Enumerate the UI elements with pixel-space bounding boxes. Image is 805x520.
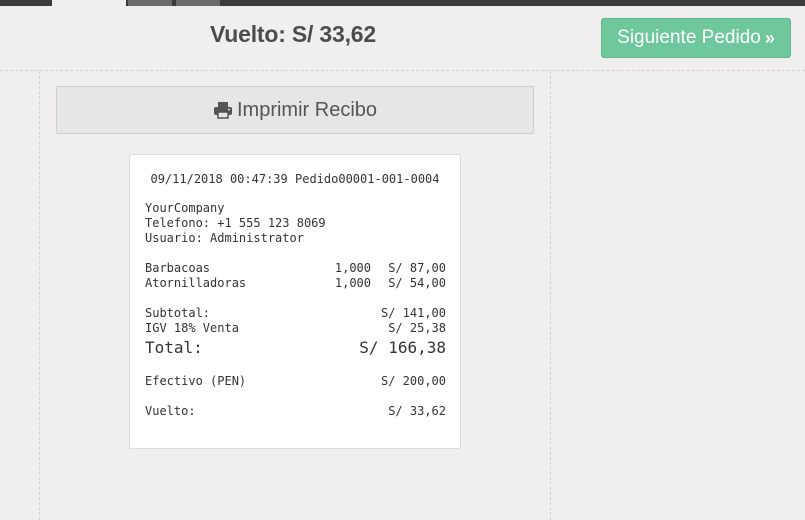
item-name: Atornilladoras <box>145 276 247 290</box>
item-price: S/ 87,00 <box>388 261 446 275</box>
next-order-label: Siguiente Pedido <box>617 27 761 48</box>
change-value: S/ 33,62 <box>388 404 446 418</box>
subtotal-value: S/ 141,00 <box>380 306 446 320</box>
change-amount-title: Vuelto: S/ 33,62 <box>210 21 376 47</box>
divider-vertical-right <box>550 71 551 520</box>
divider-vertical-left <box>39 71 40 520</box>
tax-value: S/ 25,38 <box>388 321 446 335</box>
divider-horizontal <box>0 70 805 71</box>
top-navigation-bar <box>0 0 805 6</box>
tab-secondary[interactable] <box>128 0 172 6</box>
printer-icon <box>213 102 232 119</box>
receipt-company: YourCompany <box>145 201 225 215</box>
double-chevron-right-icon: » <box>764 27 775 48</box>
print-receipt-button[interactable]: Imprimir Recibo <box>56 86 534 134</box>
tax-label: IGV 18% Venta <box>145 321 239 335</box>
receipt-header: 09/11/2018 00:47:39 Pedido00001-001-0004 <box>130 172 460 186</box>
receipt-datetime: 09/11/2018 00:47:39 <box>150 172 288 186</box>
receipt: 09/11/2018 00:47:39 Pedido00001-001-0004… <box>129 154 461 449</box>
item-price: S/ 54,00 <box>388 276 446 290</box>
tab-active[interactable] <box>52 0 126 6</box>
total-label: Total: <box>145 338 203 357</box>
item-qty: 1,000 <box>334 261 371 275</box>
print-receipt-label: Imprimir Recibo <box>236 98 378 121</box>
next-order-button[interactable]: Siguiente Pedido » <box>601 18 791 58</box>
receipt-order-ref: Pedido00001-001-0004 <box>295 172 440 186</box>
payment-value: S/ 200,00 <box>380 374 446 388</box>
receipt-user: Usuario: Administrator <box>145 231 304 245</box>
payment-label: Efectivo (PEN) <box>145 374 247 388</box>
item-qty: 1,000 <box>334 276 371 290</box>
change-label: Vuelto: <box>145 404 196 418</box>
receipt-phone: Telefono: +1 555 123 8069 <box>145 216 326 230</box>
item-name: Barbacoas <box>145 261 211 275</box>
total-value: S/ 166,38 <box>359 338 446 357</box>
subtotal-label: Subtotal: <box>145 306 211 320</box>
tab-tertiary[interactable] <box>176 0 220 6</box>
